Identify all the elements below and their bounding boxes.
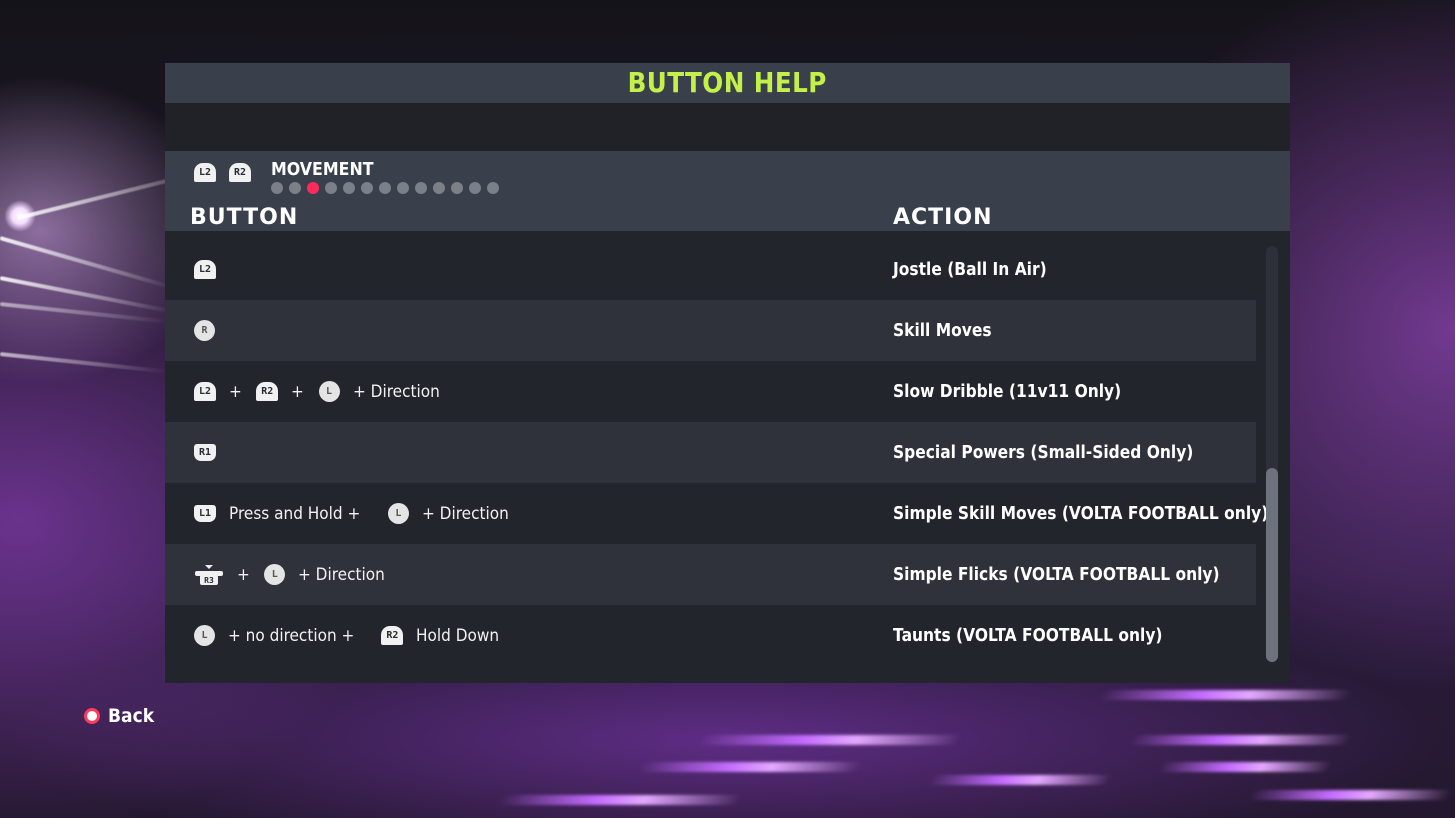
scrollbar[interactable] xyxy=(1266,246,1278,662)
button-mapping-row[interactable]: L1 Press and Hold + L + Direction Simple Ski… xyxy=(165,483,1268,544)
floor-light-streak xyxy=(1157,762,1333,772)
floor-light-streak xyxy=(637,762,863,772)
r3-stick-press-icon: R3 xyxy=(194,564,224,586)
floor-light-streak xyxy=(497,795,743,805)
button-combination: R xyxy=(194,300,215,361)
glyph-label: L xyxy=(201,630,208,641)
page-dot[interactable] xyxy=(451,182,463,194)
svg-text:R3: R3 xyxy=(204,576,214,585)
glyph-label: L2 xyxy=(198,264,212,275)
combination-text: Hold Down xyxy=(416,625,500,646)
section-header: L2 R2 MOVEMENT BUTTON ACTION xyxy=(165,151,1290,231)
button-mapping-row[interactable]: L2 Jostle (Ball In Air) xyxy=(165,239,1256,300)
action-label: Special Powers (Small-Sided Only) xyxy=(893,442,1194,463)
action-label: Jostle (Ball In Air) xyxy=(893,259,1047,280)
page-dot[interactable] xyxy=(343,182,355,194)
action-label: Taunts (VOLTA FOOTBALL only) xyxy=(893,625,1163,646)
page-dot[interactable] xyxy=(397,182,409,194)
button-combination: L1 Press and Hold + L + Direction xyxy=(194,483,518,544)
combination-text: Press and Hold + xyxy=(229,503,361,524)
button-help-panel: BUTTON HELP L2 R2 MOVEMENT BUTTON ACTION… xyxy=(165,63,1290,683)
section-title: MOVEMENT xyxy=(271,159,374,180)
button-mapping-row[interactable]: R3 + L + Direction Simple Flicks (VOLTA FOOT… xyxy=(165,544,1256,605)
page-dot[interactable] xyxy=(325,182,337,194)
action-label: Simple Skill Moves (VOLTA FOOTBALL only) xyxy=(893,503,1269,524)
page-title: BUTTON HELP xyxy=(627,66,828,99)
glyph-label: L1 xyxy=(198,508,212,519)
panel-spacer xyxy=(165,103,1290,151)
glyph-label: L xyxy=(271,569,278,580)
combination-text: + Direction xyxy=(352,381,440,402)
circle-button-icon xyxy=(84,708,100,724)
page-dot[interactable] xyxy=(289,182,301,194)
button-mapping-row[interactable]: R Skill Moves xyxy=(165,300,1256,361)
back-label: Back xyxy=(108,705,155,727)
page-dot[interactable] xyxy=(379,182,391,194)
button-combination: R1 xyxy=(194,422,216,483)
glyph-label: R2 xyxy=(386,630,399,641)
glyph-label: R1 xyxy=(198,447,212,458)
l-analog-stick-icon: L xyxy=(387,503,409,524)
button-mapping-row[interactable]: L + no direction + R2 Hold Down Taunts (VOLT… xyxy=(165,605,1256,666)
glyph-label: L xyxy=(395,508,402,519)
r2-trigger-button-icon: R2 xyxy=(381,626,404,645)
r2-trigger-icon[interactable]: R2 xyxy=(229,163,251,182)
floor-light-streak xyxy=(697,735,963,745)
page-dot[interactable] xyxy=(271,182,283,194)
action-column-header: ACTION xyxy=(893,205,993,230)
button-mapping-row[interactable]: R1 Special Powers (Small-Sided Only) xyxy=(165,422,1256,483)
combination-text: + xyxy=(229,381,242,402)
action-label: Simple Flicks (VOLTA FOOTBALL only) xyxy=(893,564,1220,585)
combination-text: + Direction xyxy=(421,503,509,524)
l2-trigger-icon[interactable]: L2 xyxy=(194,163,216,182)
title-bar: BUTTON HELP xyxy=(165,63,1290,103)
page-indicator xyxy=(271,182,499,194)
glyph-label: L2 xyxy=(198,386,212,397)
r2-trigger-button-icon: R2 xyxy=(256,382,279,401)
page-dot-active[interactable] xyxy=(307,182,319,194)
combination-text: + xyxy=(237,564,250,585)
back-button[interactable]: Back xyxy=(84,705,159,727)
button-combination: L2 + R2 + L + Direction xyxy=(194,361,449,422)
combination-text: + xyxy=(291,381,305,402)
r-analog-stick-icon: R xyxy=(194,320,215,341)
scrollbar-thumb[interactable] xyxy=(1266,468,1278,662)
l-analog-stick-icon: L xyxy=(318,381,340,402)
glyph-label: R2 xyxy=(261,386,274,397)
button-mapping-list: L2 Jostle (Ball In Air) R Skill Moves L2 + R2 +… xyxy=(165,239,1268,666)
button-combination: L + no direction + R2 Hold Down xyxy=(194,605,509,666)
button-combination: L2 xyxy=(194,239,216,300)
l2-trigger-button-icon: L2 xyxy=(194,382,216,401)
combination-text: + no direction + xyxy=(228,625,355,646)
r1-bumper-button-icon: R1 xyxy=(194,444,216,461)
floor-light-streak xyxy=(1097,690,1353,700)
floor-light-streak xyxy=(927,775,1113,785)
page-dot[interactable] xyxy=(487,182,499,194)
l2-trigger-button-icon: L2 xyxy=(194,260,216,279)
screen-background: BUTTON HELP L2 R2 MOVEMENT BUTTON ACTION… xyxy=(0,0,1455,818)
button-combination: R3 + L + Direction xyxy=(194,544,395,605)
glyph-label: L xyxy=(325,386,333,397)
floor-light-streak xyxy=(1127,735,1353,745)
page-dot[interactable] xyxy=(361,182,373,194)
action-label: Slow Dribble (11v11 Only) xyxy=(893,381,1122,402)
light-beam xyxy=(0,352,170,374)
glyph-label: R xyxy=(201,325,208,336)
action-label: Skill Moves xyxy=(893,320,992,341)
l1-bumper-button-icon: L1 xyxy=(194,505,216,522)
l-analog-stick-icon: L xyxy=(264,564,286,585)
page-dot[interactable] xyxy=(469,182,481,194)
button-column-header: BUTTON xyxy=(190,205,299,230)
button-mapping-row[interactable]: L2 + R2 + L + Direction Slow Dribble (11v11 On… xyxy=(165,361,1256,422)
combination-text: + Direction xyxy=(298,564,386,585)
floor-light-streak xyxy=(1247,790,1453,800)
l-analog-stick-icon: L xyxy=(194,625,215,646)
page-dot[interactable] xyxy=(433,182,445,194)
page-dot[interactable] xyxy=(415,182,427,194)
